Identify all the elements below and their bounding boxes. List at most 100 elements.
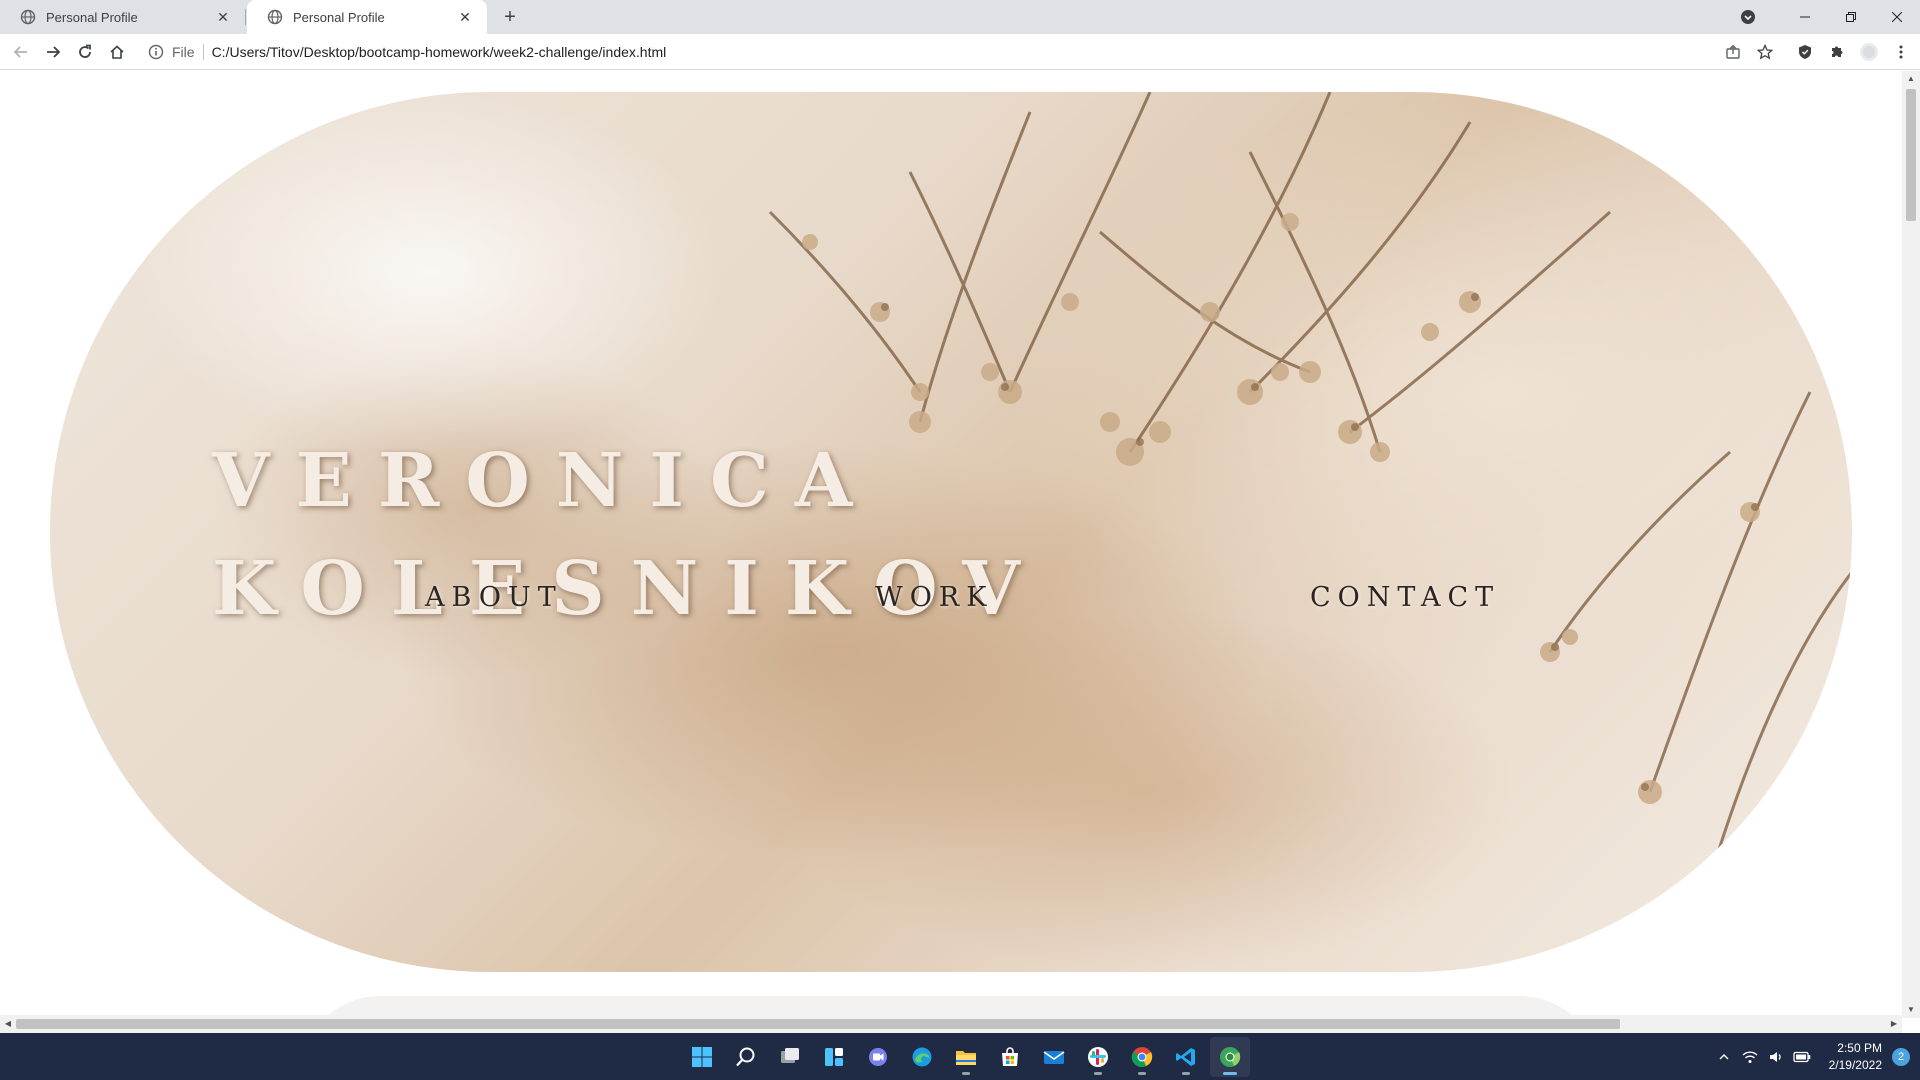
new-tab-button[interactable]: + bbox=[498, 5, 522, 29]
teams-chat-icon bbox=[869, 1047, 887, 1066]
clock-date: 2/19/2022 bbox=[1828, 1057, 1882, 1072]
kebab-menu-icon bbox=[1899, 45, 1903, 59]
hero-name-first: VERONICA bbox=[212, 438, 879, 524]
task-view-button[interactable] bbox=[770, 1037, 810, 1077]
chrome-button[interactable] bbox=[1122, 1037, 1162, 1077]
file-explorer-icon bbox=[956, 1050, 976, 1065]
shield-icon bbox=[1799, 45, 1811, 59]
menu-button[interactable] bbox=[1888, 39, 1914, 65]
notification-badge[interactable]: 2 bbox=[1892, 1047, 1910, 1066]
nav-link-about[interactable]: ABOUT bbox=[425, 582, 563, 613]
toolbar-actions bbox=[1714, 39, 1920, 65]
vscode-button[interactable] bbox=[1166, 1037, 1206, 1077]
tab-search-button[interactable] bbox=[1736, 5, 1760, 29]
vscode-icon bbox=[1176, 1047, 1195, 1066]
speaker-icon bbox=[1769, 1051, 1781, 1062]
share-icon bbox=[1726, 44, 1740, 59]
extensions-button[interactable] bbox=[1824, 39, 1850, 65]
vertical-scrollbar[interactable]: ▲ ▼ bbox=[1902, 71, 1920, 1018]
taskbar-search[interactable] bbox=[726, 1037, 766, 1077]
tab-personal-profile-2[interactable]: Personal Profile ✕ bbox=[247, 0, 487, 34]
page-viewport: VERONICA KOLESNIKOV ABOUT WORK CONTACT bbox=[0, 71, 1902, 1018]
start-icon bbox=[692, 1046, 712, 1067]
battery-icon bbox=[1792, 1051, 1810, 1062]
tab-title: Personal Profile bbox=[293, 9, 385, 25]
clock[interactable]: 2:50 PM 2/19/2022 bbox=[1829, 1040, 1882, 1074]
globe-icon bbox=[20, 9, 36, 25]
chevron-up-icon bbox=[1719, 1053, 1729, 1059]
horizontal-scrollbar[interactable]: ◀ ▶ bbox=[0, 1015, 1902, 1033]
close-window-button[interactable] bbox=[1874, 0, 1920, 34]
home-icon bbox=[110, 45, 124, 59]
chevron-down-circle-icon bbox=[1741, 10, 1755, 24]
close-icon[interactable]: ✕ bbox=[457, 9, 473, 25]
chrome-canary-icon bbox=[1220, 1046, 1241, 1067]
scrollbar-thumb[interactable] bbox=[16, 1019, 1620, 1029]
chrome-icon bbox=[1131, 1046, 1153, 1067]
slack-icon bbox=[1088, 1046, 1108, 1067]
edge-icon bbox=[912, 1047, 932, 1066]
url-scheme-label: File bbox=[172, 44, 195, 60]
reload-button[interactable] bbox=[72, 39, 98, 65]
start-button[interactable] bbox=[682, 1037, 722, 1077]
widgets-icon bbox=[825, 1047, 843, 1066]
clock-time: 2:50 PM bbox=[1837, 1040, 1882, 1055]
browser-toolbar: File C:/Users/Titov/Desktop/bootcamp-hom… bbox=[0, 34, 1920, 70]
volume-button[interactable] bbox=[1765, 1046, 1787, 1068]
minimize-icon bbox=[1800, 16, 1810, 18]
system-tray: 2:50 PM 2/19/2022 2 bbox=[1709, 1033, 1920, 1080]
tab-title: Personal Profile bbox=[46, 9, 138, 25]
minimize-button[interactable] bbox=[1782, 0, 1828, 34]
task-view-icon bbox=[781, 1047, 799, 1063]
teams-chat-button[interactable] bbox=[858, 1037, 898, 1077]
nav-link-contact[interactable]: CONTACT bbox=[1310, 582, 1500, 613]
scroll-right-icon[interactable]: ▶ bbox=[1886, 1015, 1902, 1033]
slack-button[interactable] bbox=[1078, 1037, 1118, 1077]
mail-icon bbox=[1043, 1050, 1065, 1064]
widgets-button[interactable] bbox=[814, 1037, 854, 1077]
wifi-button[interactable] bbox=[1739, 1046, 1761, 1068]
arrow-left-icon bbox=[13, 46, 27, 58]
store-button[interactable] bbox=[990, 1037, 1030, 1077]
edge-button[interactable] bbox=[902, 1037, 942, 1077]
battery-button[interactable] bbox=[1791, 1046, 1813, 1068]
scroll-down-icon[interactable]: ▼ bbox=[1902, 1002, 1920, 1018]
reload-icon bbox=[79, 44, 91, 58]
puzzle-icon bbox=[1832, 46, 1843, 57]
info-icon[interactable] bbox=[148, 44, 164, 60]
restore-icon bbox=[1846, 12, 1856, 22]
star-icon bbox=[1757, 44, 1773, 60]
avatar-icon bbox=[1860, 43, 1878, 61]
close-icon[interactable]: ✕ bbox=[215, 9, 231, 25]
show-hidden-icons-button[interactable] bbox=[1713, 1046, 1735, 1068]
tab-strip: Personal Profile ✕ Personal Profile ✕ + bbox=[0, 0, 1920, 34]
scroll-up-icon[interactable]: ▲ bbox=[1902, 71, 1920, 87]
address-bar[interactable]: File C:/Users/Titov/Desktop/bootcamp-hom… bbox=[142, 38, 1742, 66]
arrow-right-icon bbox=[47, 46, 61, 58]
wifi-icon bbox=[1742, 1050, 1758, 1063]
taskbar: 2:50 PM 2/19/2022 2 bbox=[0, 1033, 1920, 1080]
scrollbar-thumb[interactable] bbox=[1906, 89, 1916, 221]
scroll-left-icon[interactable]: ◀ bbox=[0, 1015, 16, 1033]
mail-button[interactable] bbox=[1034, 1037, 1074, 1077]
tab-divider bbox=[245, 9, 246, 25]
back-button[interactable] bbox=[8, 39, 34, 65]
nav-link-work[interactable]: WORK bbox=[875, 582, 993, 613]
restore-button[interactable] bbox=[1828, 0, 1874, 34]
store-icon bbox=[1002, 1046, 1018, 1066]
tab-personal-profile-1[interactable]: Personal Profile ✕ bbox=[0, 0, 245, 34]
extension-shield-button[interactable] bbox=[1792, 39, 1818, 65]
home-button[interactable] bbox=[104, 39, 130, 65]
chrome-canary-button[interactable] bbox=[1210, 1036, 1250, 1077]
share-button[interactable] bbox=[1720, 39, 1746, 65]
taskbar-apps bbox=[680, 1033, 1252, 1080]
url-text[interactable]: C:/Users/Titov/Desktop/bootcamp-homework… bbox=[212, 44, 667, 60]
divider bbox=[202, 44, 204, 60]
bookmark-button[interactable] bbox=[1752, 39, 1778, 65]
window-controls bbox=[1736, 0, 1920, 34]
file-explorer-button[interactable] bbox=[946, 1037, 986, 1077]
profile-button[interactable] bbox=[1856, 39, 1882, 65]
close-icon bbox=[1892, 12, 1902, 22]
forward-button[interactable] bbox=[40, 39, 66, 65]
search-icon bbox=[736, 1047, 755, 1066]
